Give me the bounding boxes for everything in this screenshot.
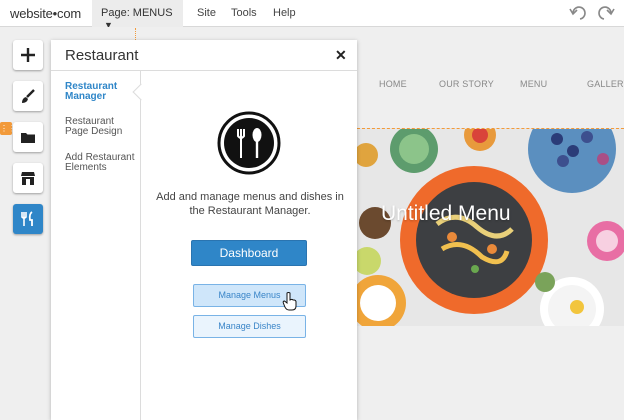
menu-help[interactable]: Help (273, 7, 296, 19)
panel-sidebar: Restaurant Manager Restaurant Page Desig… (51, 71, 141, 420)
brush-icon (22, 89, 35, 103)
store-button[interactable] (13, 163, 43, 193)
panel-title: Restaurant (51, 40, 357, 71)
close-icon[interactable]: ✕ (335, 47, 347, 64)
drag-handle[interactable]: ⋮⋮ (0, 122, 16, 135)
files-button[interactable] (13, 122, 43, 152)
sidebar-item-add-restaurant-elements[interactable]: Add Restaurant Elements (65, 153, 137, 173)
undo-icon[interactable] (568, 4, 588, 22)
plus-icon (21, 48, 35, 62)
menu-tools[interactable]: Tools (231, 7, 257, 19)
guide-line (135, 28, 136, 40)
hero-image[interactable]: Untitled Menu (357, 128, 624, 326)
page-selector-label: Page: MENUS (101, 7, 173, 19)
hero-title[interactable]: Untitled Menu (381, 202, 511, 226)
panel-description: Add and manage menus and dishes in the R… (156, 191, 344, 217)
site-logo[interactable]: website•com (10, 6, 81, 21)
redo-icon[interactable] (596, 4, 616, 22)
restaurant-button[interactable] (13, 204, 43, 234)
restaurant-manager-icon (217, 111, 281, 175)
manage-dishes-button[interactable]: Manage Dishes (193, 315, 306, 338)
hand-cursor-icon (282, 292, 297, 311)
site-nav-gallery[interactable]: GALLERY (587, 79, 624, 89)
design-button[interactable] (13, 81, 43, 111)
sidebar-item-restaurant-manager[interactable]: Restaurant Manager (65, 82, 137, 102)
folder-icon (21, 133, 35, 143)
sidebar-item-restaurant-page-design[interactable]: Restaurant Page Design (65, 117, 137, 137)
site-nav-our-story[interactable]: OUR STORY (439, 79, 494, 89)
panel-content: Add and manage menus and dishes in the R… (142, 71, 357, 420)
store-icon (21, 172, 35, 185)
top-bar: website•com Page: MENUS▼ Site Tools Help (0, 0, 624, 30)
dashboard-button[interactable]: Dashboard (191, 240, 307, 266)
fork-knife-icon (21, 211, 33, 226)
menu-site[interactable]: Site (197, 7, 216, 19)
restaurant-panel: Restaurant ✕ Restaurant Manager Restaura… (51, 40, 357, 420)
food-illustration (357, 129, 624, 326)
add-button[interactable] (13, 40, 43, 70)
site-nav-menu[interactable]: MENU (520, 79, 547, 89)
site-nav-home[interactable]: HOME (379, 79, 407, 89)
page-selector[interactable]: Page: MENUS▼ (92, 0, 183, 30)
